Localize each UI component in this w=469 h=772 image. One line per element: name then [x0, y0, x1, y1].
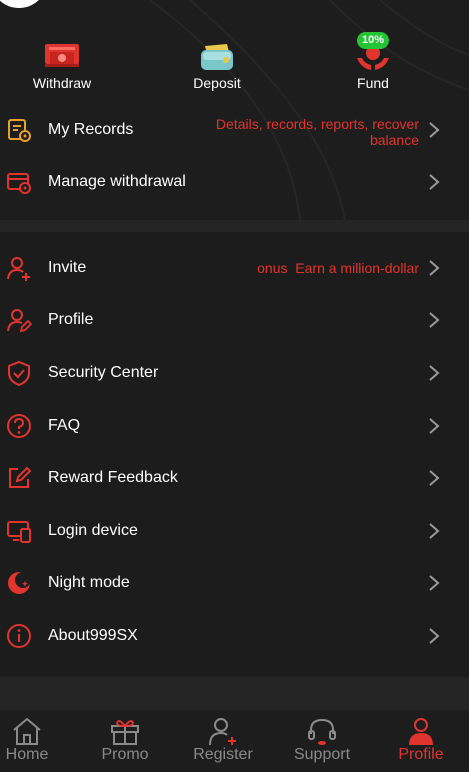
- my-records-hint-line1: Details, records, reports, recover: [215, 116, 419, 132]
- bottom-spacer: [0, 677, 469, 710]
- deposit-button[interactable]: Deposit: [162, 32, 272, 102]
- fund-label: Fund: [357, 75, 389, 91]
- chevron-right-icon: [429, 628, 440, 644]
- menu-profile-label: Profile: [48, 311, 94, 328]
- deposit-label: Deposit: [193, 75, 241, 91]
- menu-faq-label: FAQ: [48, 417, 81, 434]
- nav-home[interactable]: Home: [0, 710, 74, 772]
- home-icon: [13, 717, 41, 745]
- menu-manage-withdrawal-label: Manage withdrawal: [48, 173, 186, 190]
- menu-manage-withdrawal[interactable]: Manage withdrawal: [0, 156, 469, 208]
- menu-login-device-label: Login device: [48, 522, 138, 539]
- withdraw-button[interactable]: Withdraw: [7, 32, 117, 102]
- chevron-right-icon: [429, 523, 440, 539]
- manage-withdrawal-icon: [7, 173, 31, 194]
- chevron-right-icon: [429, 575, 440, 591]
- device-icon: [7, 521, 31, 543]
- menu-profile[interactable]: Profile: [0, 294, 469, 346]
- menu-faq[interactable]: FAQ: [0, 400, 469, 452]
- menu-reward-feedback[interactable]: Reward Feedback: [0, 452, 469, 504]
- fund-badge: 10%: [356, 32, 390, 49]
- feedback-edit-icon: [9, 466, 32, 488]
- nav-support[interactable]: Support: [275, 710, 369, 772]
- menu-invite-label: Invite: [48, 259, 87, 276]
- chevron-right-icon: [429, 470, 440, 486]
- chevron-right-icon: [429, 365, 440, 381]
- chevron-right-icon: [429, 260, 440, 276]
- moon-icon: [8, 572, 31, 594]
- chevron-right-icon: [429, 418, 440, 434]
- records-icon: [8, 119, 31, 142]
- nav-register[interactable]: Register: [176, 710, 270, 772]
- menu-night-mode-label: Night mode: [48, 574, 130, 591]
- shield-icon: [8, 360, 30, 386]
- withdraw-label: Withdraw: [32, 75, 92, 91]
- menu-my-records[interactable]: My Records Details, records, reports, re…: [0, 104, 469, 156]
- deposit-wallet-icon: [201, 44, 233, 70]
- nav-profile-label: Profile: [398, 746, 444, 763]
- menu-reward-feedback-label: Reward Feedback: [48, 469, 178, 486]
- chevron-right-icon: [429, 122, 440, 138]
- nav-home-label: Home: [5, 746, 49, 763]
- section-divider: [0, 220, 469, 232]
- menu-login-device[interactable]: Login device: [0, 505, 469, 557]
- menu-security-center[interactable]: Security Center: [0, 347, 469, 399]
- my-records-hint: Details, records, reports, recover balan…: [216, 116, 419, 148]
- invite-icon: [7, 257, 30, 281]
- fund-button[interactable]: 10% Fund: [318, 32, 428, 102]
- register-user-icon: [209, 718, 236, 746]
- menu-my-records-label: My Records: [48, 121, 134, 138]
- profile-icon: [409, 718, 433, 745]
- menu-night-mode[interactable]: Night mode: [0, 557, 469, 609]
- nav-promo-label: Promo: [101, 746, 149, 763]
- menu-about-label: About999SX: [48, 627, 138, 644]
- info-icon: [7, 624, 31, 648]
- profile-edit-icon: [7, 309, 32, 333]
- question-icon: [7, 414, 31, 438]
- my-records-hint-line2: balance: [369, 132, 419, 148]
- quick-actions: Withdraw Deposit 10% Fund: [0, 32, 469, 102]
- nav-promo[interactable]: Promo: [78, 710, 172, 772]
- menu-security-center-label: Security Center: [48, 364, 159, 381]
- invite-hint: onus Earn a million-dollar: [257, 260, 419, 276]
- gift-icon: [111, 720, 139, 745]
- nav-register-label: Register: [193, 746, 253, 763]
- headset-icon: [308, 718, 336, 745]
- chevron-right-icon: [429, 312, 440, 328]
- menu-invite[interactable]: Invite onus Earn a million-dollar: [0, 242, 469, 294]
- bottom-nav: Home Promo Register Support Profile: [0, 710, 469, 772]
- menu-about[interactable]: About999SX: [0, 610, 469, 662]
- nav-support-label: Support: [293, 746, 351, 763]
- chevron-right-icon: [429, 174, 440, 190]
- nav-profile[interactable]: Profile: [374, 710, 468, 772]
- withdraw-icon: [45, 44, 79, 67]
